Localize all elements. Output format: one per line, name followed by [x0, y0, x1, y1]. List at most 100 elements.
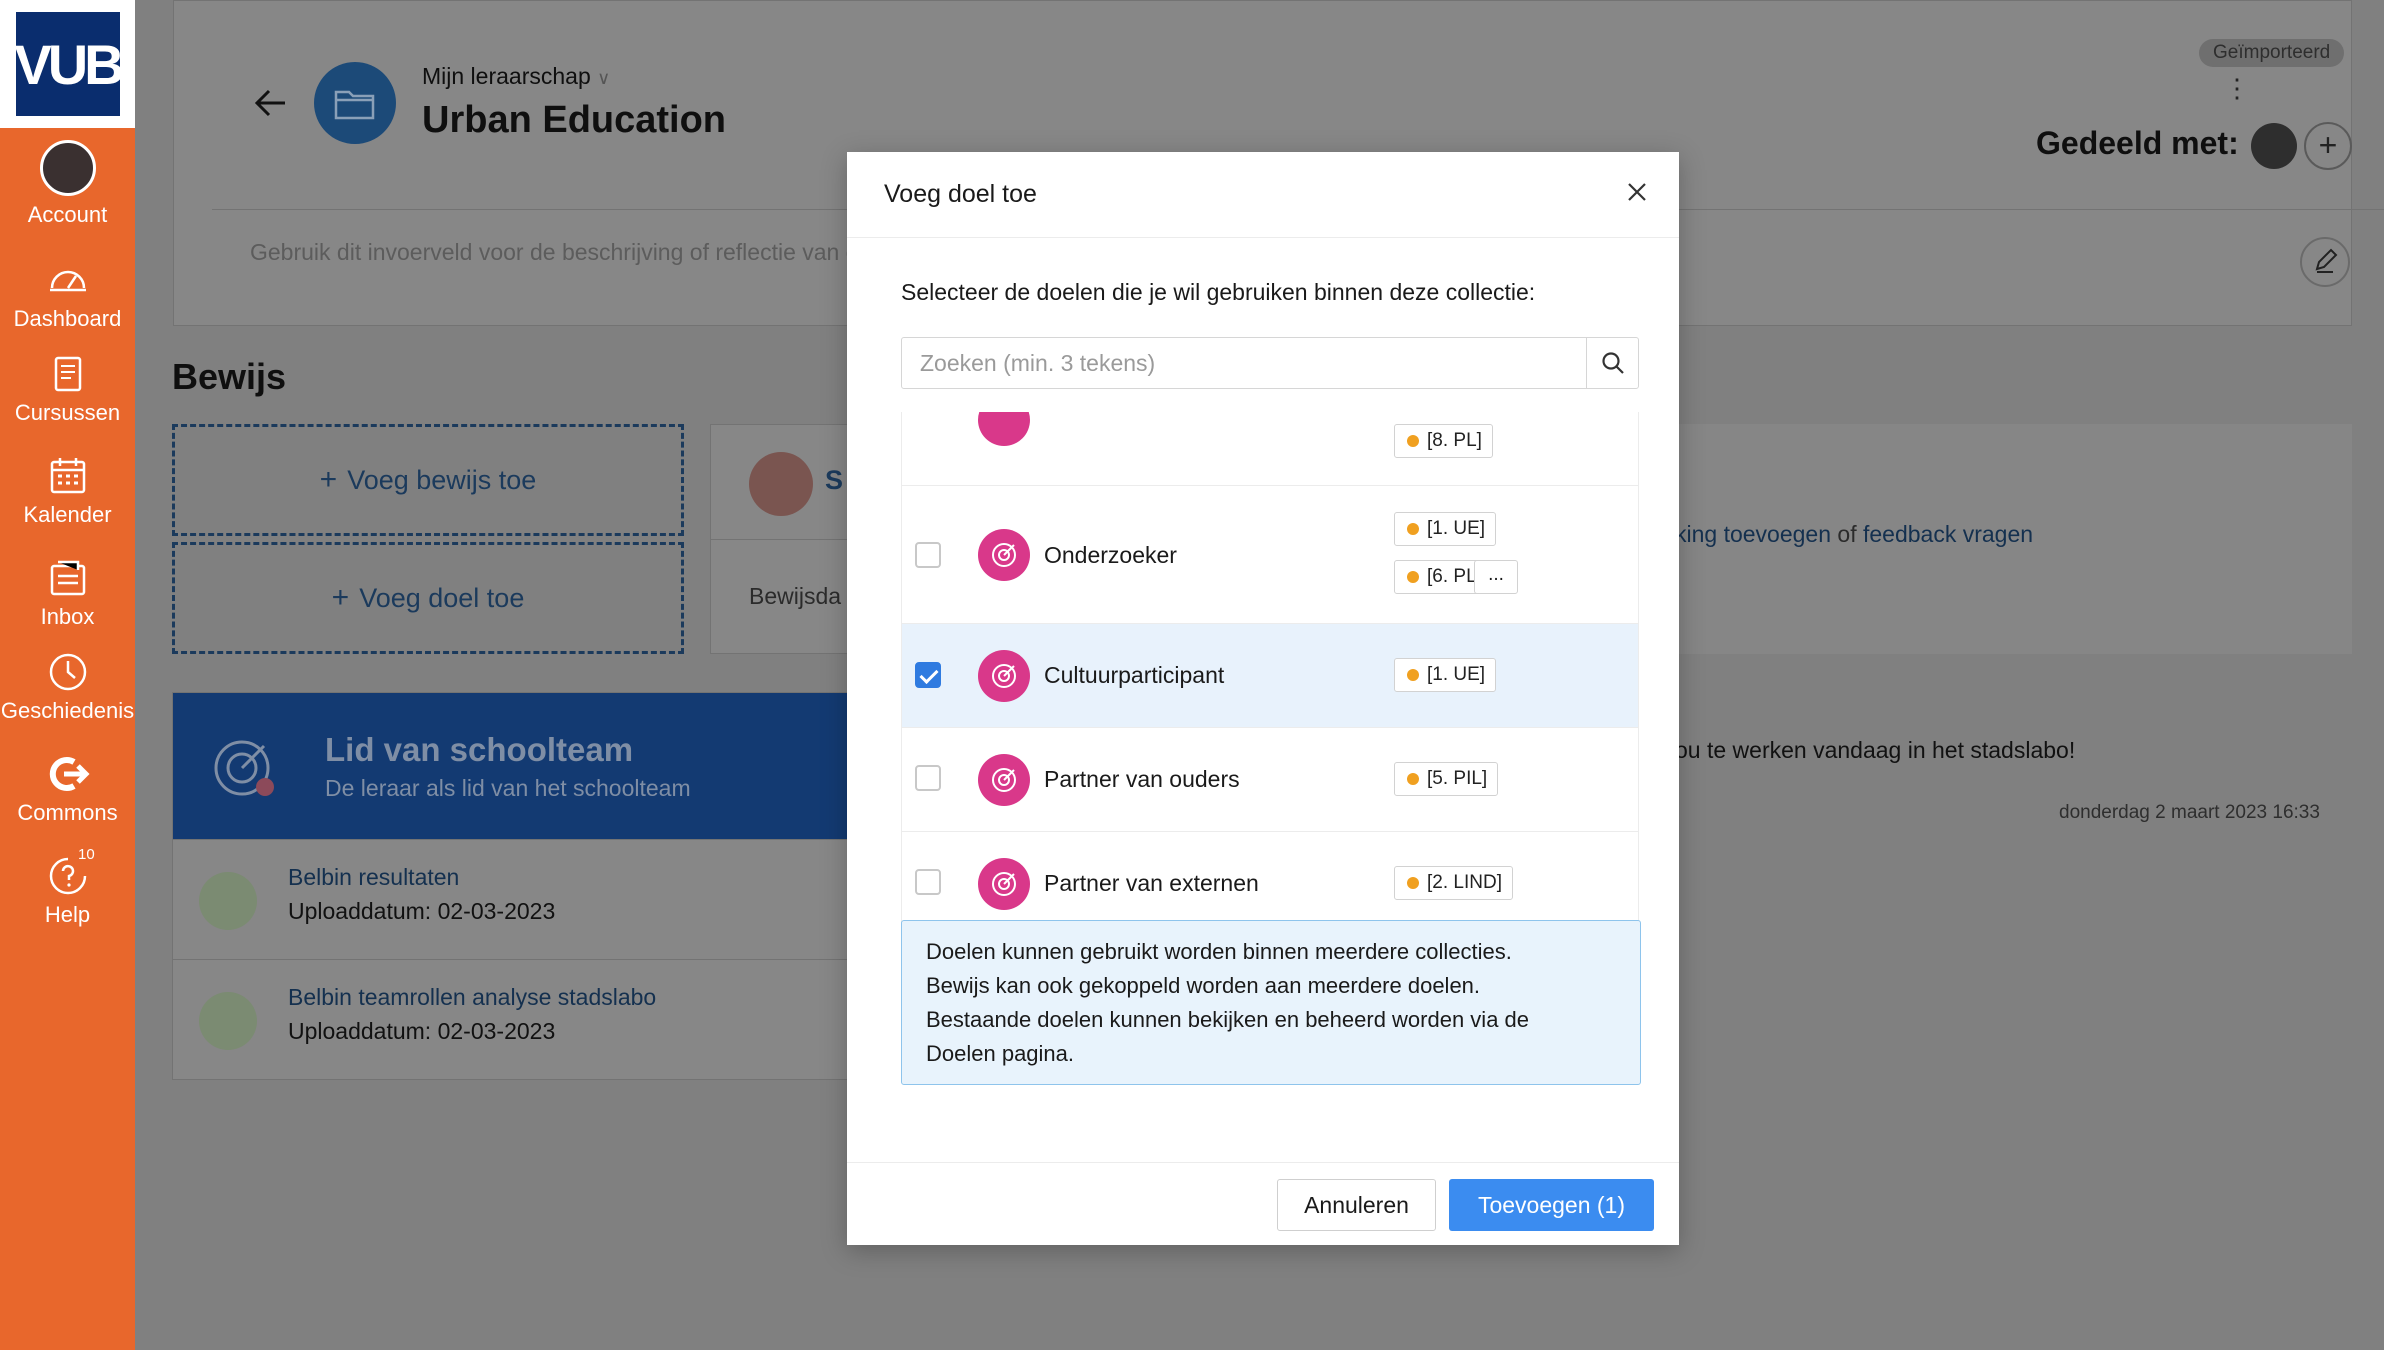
info-line: Doelen pagina. [926, 1041, 1075, 1066]
goal-name: Partner van externen [1044, 870, 1259, 896]
goal-checkbox[interactable] [915, 869, 941, 895]
file-icon [199, 992, 257, 1050]
section-heading: Bewijs [172, 356, 287, 397]
goal-row[interactable]: Cultuurparticipant [1. UE] [902, 624, 1638, 728]
logo-text: VUB [14, 12, 125, 116]
evidence-card-title: S [825, 465, 844, 495]
goal-row[interactable]: Onderzoeker [1. UE] [6. PL] ... [902, 486, 1638, 624]
goal-target-icon [978, 529, 1030, 581]
sidebar-item-geschiedenis[interactable]: Geschiedenis [0, 650, 135, 724]
goal-row[interactable]: [8. PL] [902, 412, 1638, 486]
goal-row[interactable]: Partner van ouders [5. PIL] [902, 728, 1638, 832]
chevron-down-icon: ∨ [597, 68, 611, 88]
info-line: Bestaande doelen kunnen bekijken en behe… [926, 1007, 1530, 1032]
add-goal-label: Voeg doel toe [359, 582, 525, 613]
comment-text: ou te werken vandaag in het stadslabo! [1675, 737, 2076, 763]
add-evidence-label: Voeg bewijs toe [347, 464, 537, 495]
tag-dot [1407, 669, 1419, 681]
file-date: Uploaddatum: 02-03-2023 [288, 898, 556, 924]
vub-logo[interactable]: VUB [0, 0, 135, 128]
add-link[interactable]: king toevoegen [1675, 521, 1831, 547]
share-icon [49, 757, 90, 791]
imported-badge: Geïmporteerd [2199, 39, 2345, 67]
back-arrow-icon[interactable] [249, 81, 293, 125]
goal-checkbox[interactable] [915, 662, 941, 688]
goal-checkbox[interactable] [915, 765, 941, 791]
goal-card-header[interactable]: Lid van schoolteam De leraar als lid van… [173, 693, 871, 839]
goal-tag-label: [1. UE] [1427, 518, 1486, 539]
add-button[interactable]: Toevoegen (1) [1449, 1179, 1654, 1231]
goal-name: Cultuurparticipant [1044, 662, 1225, 688]
divider [711, 539, 851, 540]
add-share-button[interactable]: + [2304, 122, 2352, 170]
modal-title: Voeg doel toe [884, 180, 1037, 208]
evidence-card[interactable]: S Bewijsda [710, 424, 851, 654]
file-icon [199, 872, 257, 930]
sidebar-item-inbox[interactable]: Inbox [0, 556, 135, 630]
help-badge: 10 [78, 846, 95, 863]
sidebar-item-commons[interactable]: Commons [0, 752, 135, 826]
sidebar-item-cursussen[interactable]: Cursussen [0, 352, 135, 426]
close-icon[interactable] [1617, 172, 1657, 212]
reflection-field[interactable]: Gebruik dit invoerveld voor de beschrijv… [250, 239, 859, 266]
sidebar-item-kalender[interactable]: Kalender [0, 454, 135, 528]
page-title: Urban Education [422, 99, 727, 141]
folder-icon [314, 62, 396, 144]
sidebar: VUB Account Dashboard Cursussen Kalender… [0, 0, 135, 1350]
goal-title: Lid van schoolteam [325, 731, 634, 768]
list-item[interactable]: Belbin resultaten Uploaddatum: 02-03-202… [173, 839, 871, 959]
request-feedback-link[interactable]: feedback vragen [1863, 521, 2033, 547]
goal-tag: [2. LIND] [1394, 866, 1513, 900]
add-goal-modal: Voeg doel toe Selecteer de doelen die je… [847, 152, 1679, 1245]
shared-user-avatar[interactable] [2251, 123, 2297, 169]
add-evidence-button[interactable]: + Voeg bewijs toe [172, 424, 684, 536]
pencil-icon [2315, 248, 2338, 273]
goal-tag-label: [8. PL] [1427, 430, 1482, 451]
edit-button[interactable] [2300, 237, 2350, 287]
goal-card: Lid van schoolteam De leraar als lid van… [172, 692, 872, 1080]
modal-footer-divider [847, 1162, 1679, 1163]
info-line: Doelen kunnen gebruikt worden binnen mee… [926, 939, 1512, 964]
shared-with-label: Gedeeld met: [2036, 125, 2239, 161]
add-goal-button[interactable]: + Voeg doel toe [172, 542, 684, 654]
file-title[interactable]: Belbin teamrollen analyse stadslabo [288, 984, 656, 1011]
kebab-menu-icon[interactable]: ⋮ [2224, 73, 2250, 104]
goal-subtitle: De leraar als lid van het schoolteam [325, 775, 691, 801]
more-tags-button[interactable]: ... [1474, 560, 1518, 594]
goal-target-icon [978, 650, 1030, 702]
sidebar-item-label: Account [27, 202, 108, 227]
feedback-links: king toevoegen of feedback vragen [1675, 521, 2033, 548]
sidebar-item-label: Inbox [40, 604, 95, 629]
breadcrumb[interactable]: Mijn leraarschap ∨ [422, 63, 610, 90]
sidebar-item-account[interactable]: Account [0, 140, 135, 228]
modal-header: Voeg doel toe [847, 152, 1679, 238]
sidebar-item-help[interactable]: 10 Help [0, 846, 135, 928]
sidebar-item-dashboard[interactable]: Dashboard [0, 258, 135, 332]
search-input[interactable] [902, 338, 1586, 388]
file-title[interactable]: Belbin resultaten [288, 864, 459, 891]
breadcrumb-label: Mijn leraarschap [422, 63, 591, 89]
goal-tag: [1. UE] [1394, 512, 1497, 546]
inbox-icon [50, 560, 85, 596]
goal-target-icon [214, 740, 274, 796]
tag-dot [1407, 523, 1419, 535]
goal-target-icon [978, 858, 1030, 910]
cancel-button[interactable]: Annuleren [1277, 1179, 1436, 1231]
goal-tag-label: [5. PIL] [1427, 768, 1488, 789]
goal-target-icon [978, 412, 1030, 446]
feather-icon [749, 452, 813, 516]
goal-name: Partner van ouders [1044, 766, 1240, 792]
sidebar-item-label: Commons [17, 800, 118, 825]
tag-dot [1407, 877, 1419, 889]
goal-tag: [5. PIL] [1394, 762, 1499, 796]
plus-icon: + [319, 463, 338, 496]
modal-intro: Selecteer de doelen die je wil gebruiken… [901, 279, 1536, 305]
or-text: of [1837, 521, 1857, 547]
goal-target-icon [978, 754, 1030, 806]
list-item[interactable]: Belbin teamrollen analyse stadslabo Uplo… [173, 959, 871, 1079]
search-button[interactable] [1586, 338, 1638, 388]
tag-dot [1407, 773, 1419, 785]
goal-checkbox[interactable] [915, 542, 941, 568]
file-date: Uploaddatum: 02-03-2023 [288, 1018, 556, 1044]
goal-tag-label: [1. UE] [1427, 664, 1486, 685]
